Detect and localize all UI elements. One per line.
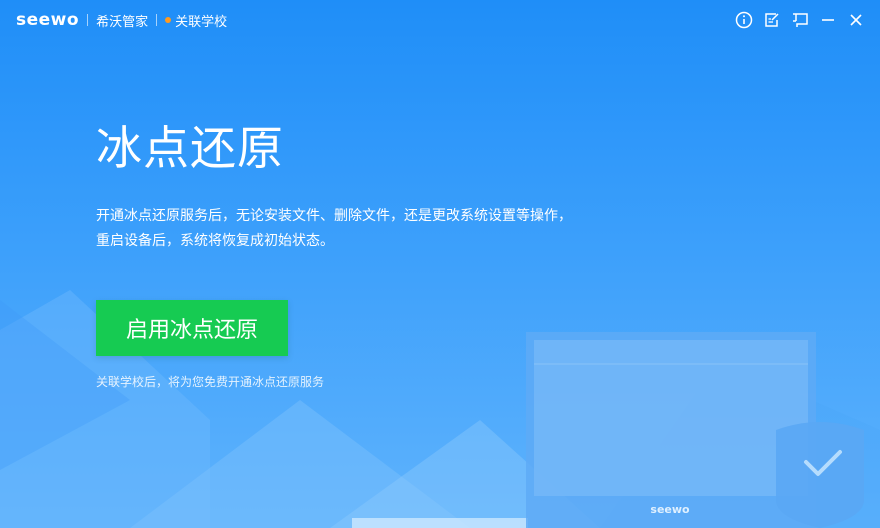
enable-freeze-restore-button[interactable]: 启用冰点还原 bbox=[96, 300, 288, 356]
minimize-icon bbox=[822, 19, 834, 21]
title-bar: seewo 希沃管家 关联学校 bbox=[0, 0, 880, 40]
info-icon bbox=[735, 11, 753, 29]
status-dot bbox=[165, 17, 172, 23]
background-illustration: seewo bbox=[0, 290, 880, 528]
app-window: seewo seewo 希沃管家 关联学校 冰点还原 开通冰点还原服务后，无论安… bbox=[0, 0, 880, 528]
description: 开通冰点还原服务后，无论安装文件、删除文件，还是更改系统设置等操作， 重启设备后… bbox=[96, 204, 656, 254]
feedback-button[interactable] bbox=[758, 0, 786, 40]
divider bbox=[156, 14, 158, 26]
close-icon bbox=[850, 14, 862, 26]
description-line-2: 重启设备后，系统将恢复成初始状态。 bbox=[96, 233, 334, 249]
app-name: 希沃管家 bbox=[96, 14, 149, 30]
skin-icon bbox=[793, 13, 808, 27]
description-line-1: 开通冰点还原服务后，无论安装文件、删除文件，还是更改系统设置等操作， bbox=[96, 208, 572, 224]
brand: seewo 希沃管家 关联学校 bbox=[16, 10, 227, 30]
info-button[interactable] bbox=[730, 0, 758, 40]
hint-text: 关联学校后，将为您免费开通冰点还原服务 bbox=[96, 375, 325, 389]
divider bbox=[87, 14, 89, 26]
close-button[interactable] bbox=[842, 0, 870, 40]
feedback-icon bbox=[765, 13, 779, 27]
link-school-link[interactable]: 关联学校 bbox=[175, 11, 227, 30]
page-title: 冰点还原 bbox=[96, 121, 284, 175]
window-controls bbox=[730, 0, 870, 40]
monitor-illustration: seewo bbox=[526, 332, 816, 528]
minimize-button[interactable] bbox=[814, 0, 842, 40]
check-shield-icon bbox=[776, 422, 864, 528]
skin-button[interactable] bbox=[786, 0, 814, 40]
monitor-logo: seewo bbox=[650, 503, 690, 516]
seewo-logo: seewo bbox=[16, 10, 80, 30]
